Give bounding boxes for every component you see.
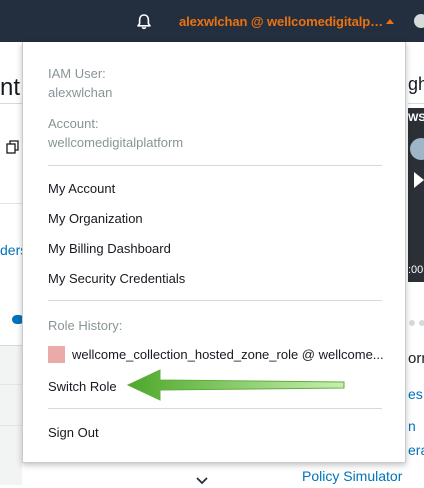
video-label: WS	[408, 112, 424, 124]
bell-icon[interactable]	[134, 12, 154, 32]
video-time: :00	[408, 264, 424, 276]
top-nav-bar: alexwlchan @ wellcomedigitalp…	[0, 0, 424, 42]
play-icon[interactable]	[414, 172, 424, 188]
caret-up-icon[interactable]	[386, 19, 394, 24]
region-selector-fragment[interactable]	[414, 14, 424, 28]
green-arrow-annotation	[126, 369, 345, 401]
background-divider	[0, 203, 22, 204]
background-link[interactable]: era	[408, 442, 424, 458]
menu-item-my-account[interactable]: My Account	[48, 181, 115, 196]
video-graphic	[410, 138, 424, 160]
role-history-item[interactable]: wellcome_collection_hosted_zone_role @ w…	[72, 347, 384, 362]
sign-out-button[interactable]: Sign Out	[48, 425, 99, 440]
switch-role-button[interactable]: Switch Role	[48, 379, 117, 394]
iam-user-value: alexwlchan	[48, 85, 113, 100]
background-panel	[0, 345, 22, 485]
menu-divider	[48, 408, 382, 409]
background-link[interactable]: n	[408, 418, 416, 434]
menu-item-my-security-credentials[interactable]: My Security Credentials	[48, 271, 185, 286]
background-divider	[0, 425, 22, 426]
chevron-down-icon[interactable]	[196, 474, 208, 488]
role-history-label: Role History:	[48, 318, 123, 333]
account-label: Account:	[48, 116, 99, 131]
background-divider	[0, 384, 22, 385]
menu-item-my-billing-dashboard[interactable]: My Billing Dashboard	[48, 241, 171, 256]
carousel-dots[interactable]	[408, 314, 424, 326]
video-thumbnail[interactable]: WS :00	[408, 108, 424, 282]
background-page-title: nt	[0, 74, 21, 101]
role-color-swatch	[48, 346, 65, 363]
copy-icon[interactable]	[6, 140, 20, 154]
policy-simulator-link[interactable]: Policy Simulator	[302, 468, 402, 484]
account-menu-toggle[interactable]: alexwlchan @ wellcomedigitalp…	[179, 14, 383, 29]
background-divider	[0, 103, 22, 104]
background-section-title: gh	[408, 74, 424, 94]
background-link[interactable]: es	[408, 386, 423, 402]
account-value: wellcomedigitalplatform	[48, 135, 184, 150]
background-divider	[408, 103, 424, 104]
menu-divider	[48, 165, 382, 166]
background-heading: orn	[408, 350, 424, 367]
menu-item-my-organization[interactable]: My Organization	[48, 211, 143, 226]
iam-user-label: IAM User:	[48, 66, 106, 81]
menu-divider	[48, 300, 382, 301]
